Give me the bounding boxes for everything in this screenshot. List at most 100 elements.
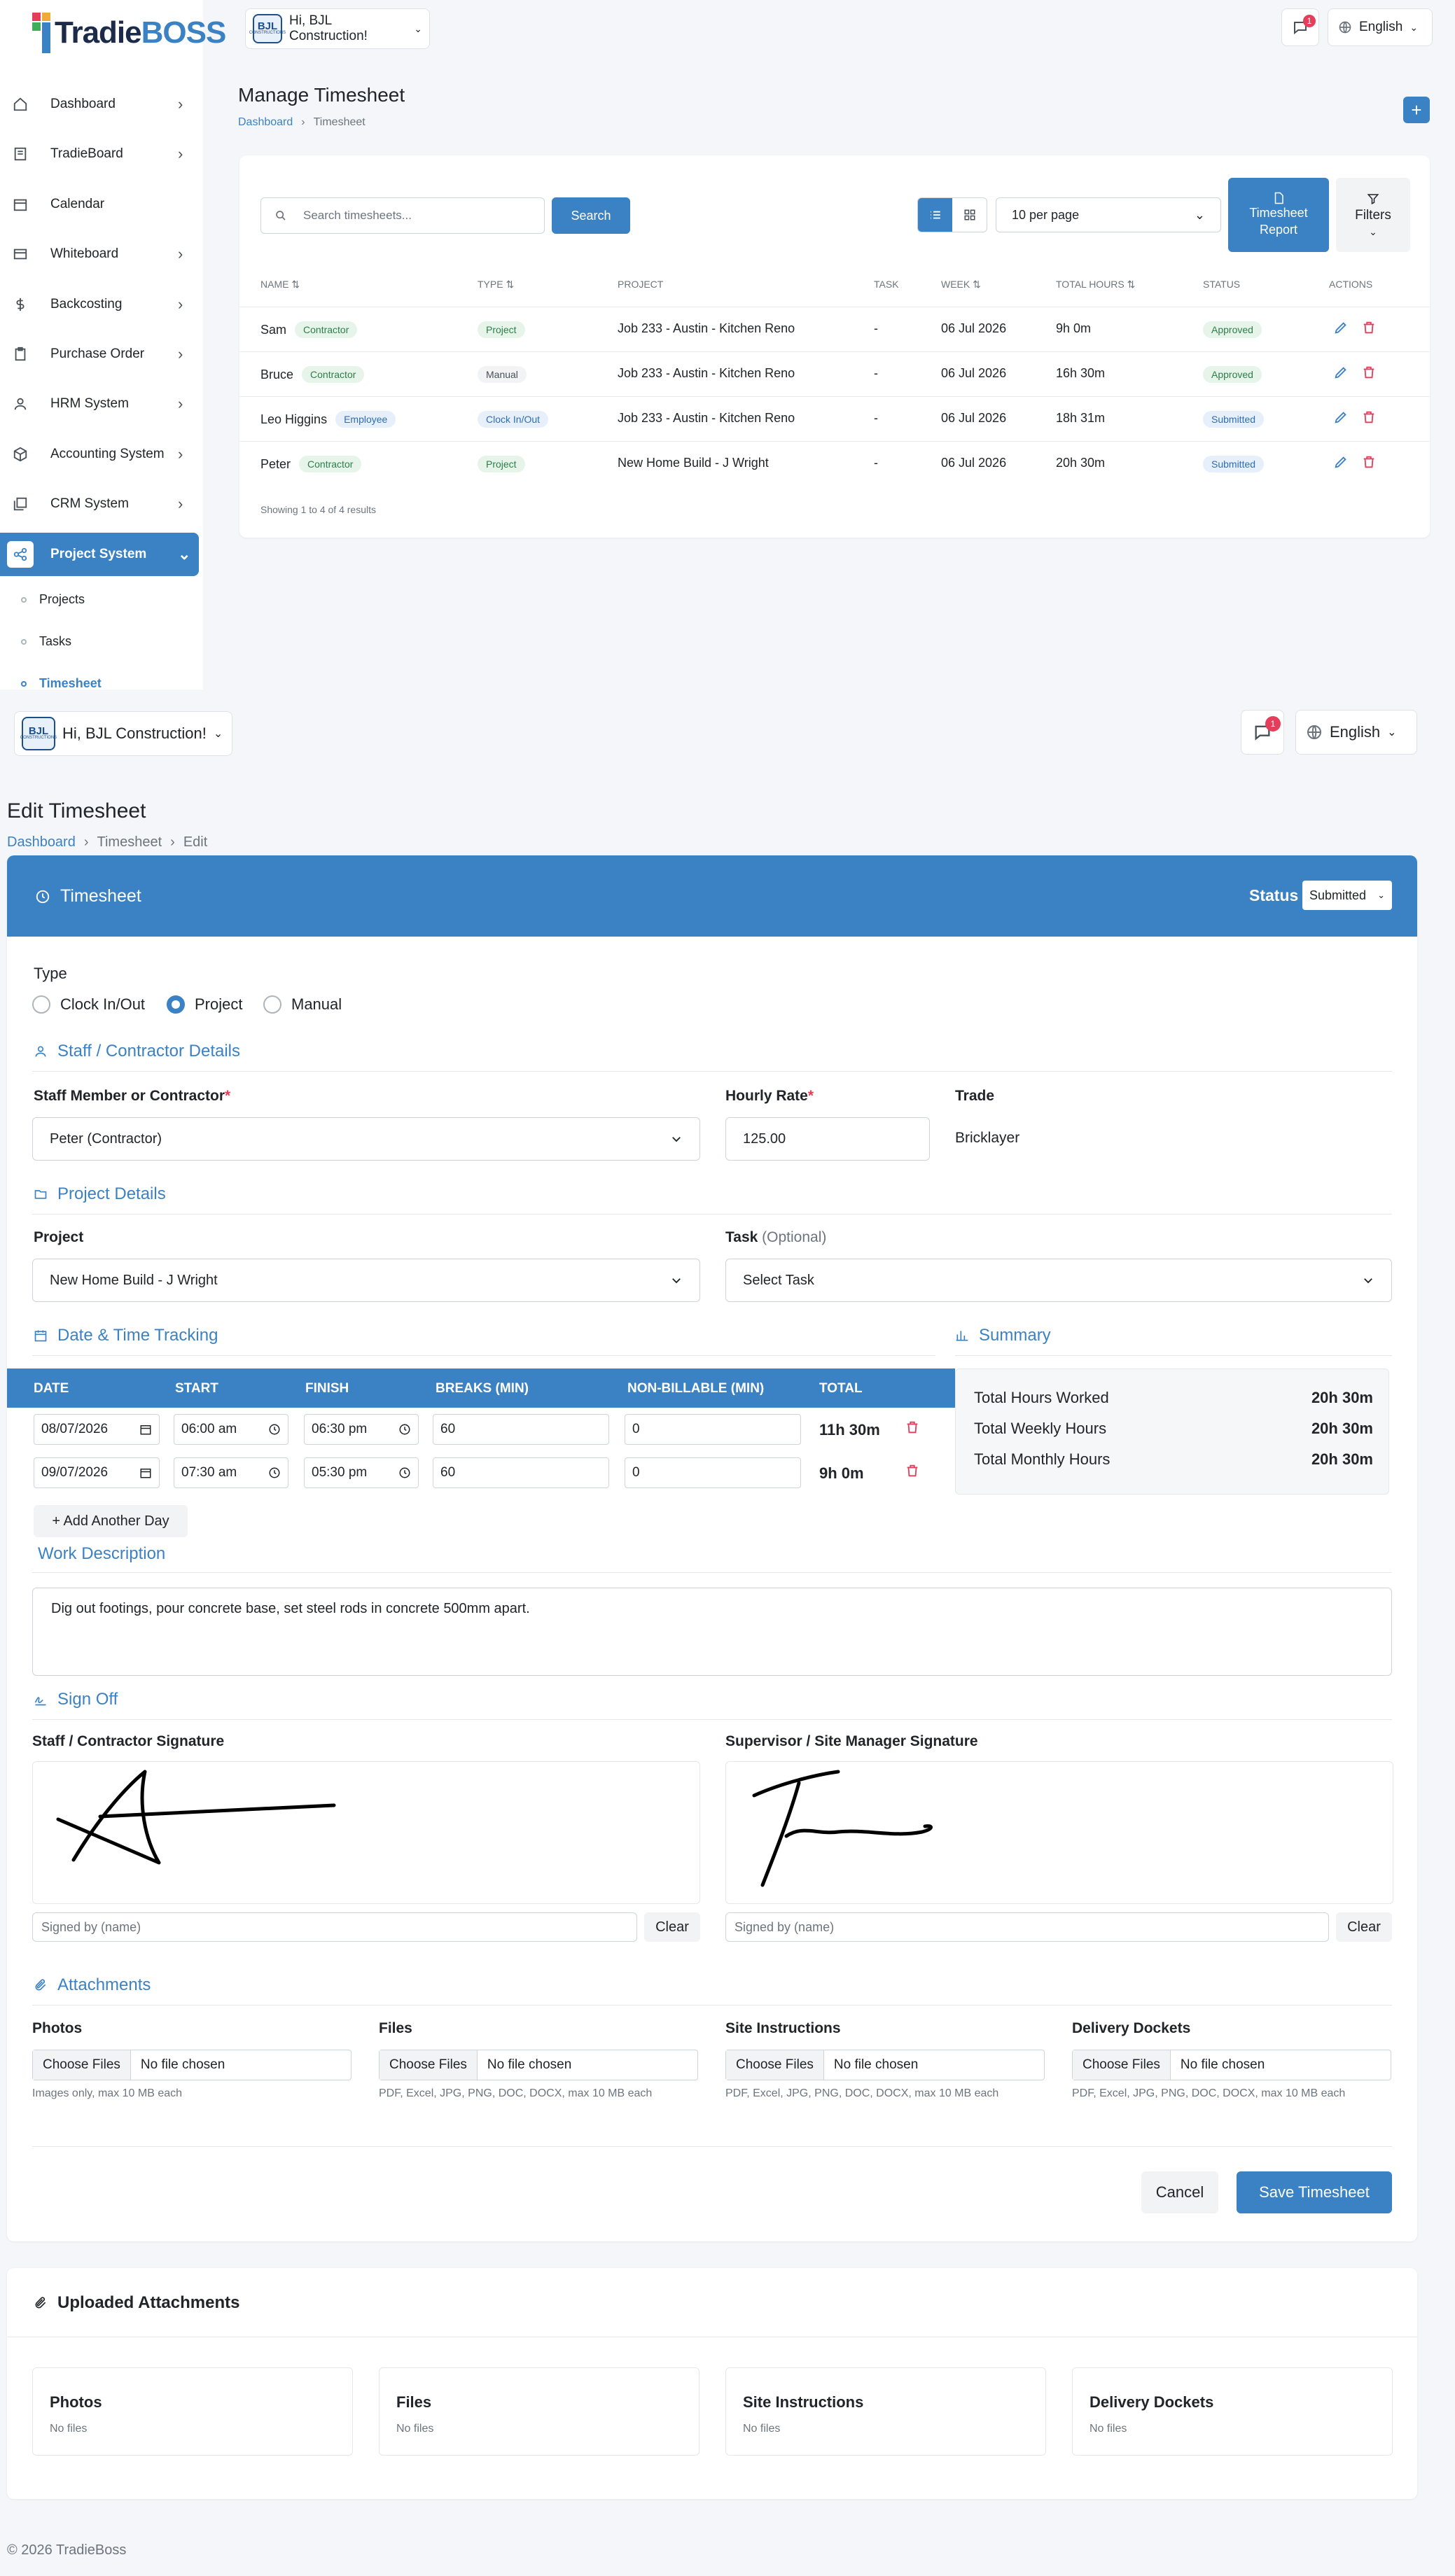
breaks-input[interactable]: 60: [433, 1414, 609, 1445]
finish-time-input[interactable]: 05:30 pm: [304, 1457, 419, 1488]
sidebar-item-project-system[interactable]: Project System ⌄: [0, 532, 199, 576]
finish-time-input[interactable]: 06:30 pm: [304, 1414, 419, 1445]
per-page-select[interactable]: 10 per page ⌄: [996, 197, 1221, 232]
status-select[interactable]: Submitted ⌄: [1302, 881, 1392, 910]
nonbillable-input[interactable]: 0: [625, 1414, 801, 1445]
sidebar-item-backcosting[interactable]: Backcosting ›: [0, 283, 203, 326]
search-input[interactable]: Search timesheets...: [260, 197, 545, 234]
staff-signature-clear-button[interactable]: Clear: [644, 1912, 700, 1942]
start-time-input[interactable]: 06:00 am: [174, 1414, 288, 1445]
breaks-input[interactable]: 60: [433, 1457, 609, 1488]
project-label: Project: [34, 1229, 84, 1245]
breadcrumb-dashboard[interactable]: Dashboard: [7, 834, 76, 850]
col-header-type[interactable]: TYPE ⇅: [478, 279, 514, 290]
add-timesheet-button[interactable]: +: [1403, 97, 1430, 123]
company-switcher[interactable]: BJL CONSTRUCTIONS Hi, BJL Construction! ⌄: [14, 711, 232, 756]
table-row[interactable]: Leo Higgins Employee Clock In/Out Job 233 -…: [239, 396, 1430, 441]
type-radio-project[interactable]: Project: [167, 995, 242, 1014]
file-input-delivery-dockets[interactable]: Choose Files No file chosen: [1072, 2050, 1391, 2080]
edit-icon[interactable]: [1333, 365, 1349, 380]
sidebar-subitem-timesheet[interactable]: Timesheet: [21, 676, 102, 691]
chevron-right-icon: ›: [83, 834, 89, 850]
list-view-button[interactable]: [918, 198, 952, 232]
staff-signature-pad[interactable]: [32, 1761, 700, 1904]
add-another-day-button[interactable]: + Add Another Day: [34, 1505, 188, 1537]
supervisor-signed-by-input[interactable]: Signed by (name): [725, 1912, 1329, 1942]
edit-icon[interactable]: [1333, 320, 1349, 335]
date-input[interactable]: 09/07/2026: [34, 1457, 160, 1488]
staff-select[interactable]: Peter (Contractor): [32, 1117, 700, 1161]
breadcrumb-timesheet[interactable]: Timesheet: [97, 834, 162, 850]
project-select[interactable]: New Home Build - J Wright: [32, 1259, 700, 1302]
file-input-files[interactable]: Choose Files No file chosen: [379, 2050, 698, 2080]
radio-label: Manual: [291, 995, 342, 1013]
file-input-photos[interactable]: Choose Files No file chosen: [32, 2050, 351, 2080]
cancel-button[interactable]: Cancel: [1141, 2171, 1218, 2213]
trash-icon[interactable]: [1361, 454, 1377, 470]
uploaded-card-site-instructions: Site Instructions No files: [725, 2367, 1046, 2456]
work-description-textarea[interactable]: Dig out footings, pour concrete base, se…: [32, 1588, 1392, 1676]
edit-icon[interactable]: [1333, 410, 1349, 425]
supervisor-signature-clear-button[interactable]: Clear: [1336, 1912, 1392, 1942]
task-select[interactable]: Select Task: [725, 1259, 1392, 1302]
trash-icon[interactable]: [1361, 320, 1377, 335]
summary-monthly-hours: Total Monthly Hours 20h 30m: [974, 1450, 1373, 1468]
edit-icon[interactable]: [1333, 454, 1349, 470]
uploaded-card-title: Files: [396, 2393, 432, 2411]
col-header-name[interactable]: NAME ⇅: [260, 279, 300, 290]
filters-button[interactable]: Filters ⌄: [1336, 178, 1410, 252]
breadcrumb-dashboard[interactable]: Dashboard: [238, 116, 293, 129]
document-icon: [1274, 192, 1283, 204]
row-name: Leo Higgins: [260, 412, 328, 426]
grid-view-button[interactable]: [952, 198, 987, 232]
col-header-week[interactable]: WEEK ⇅: [941, 279, 981, 290]
staff-signed-by-input[interactable]: Signed by (name): [32, 1912, 637, 1942]
company-switcher[interactable]: BJL CONSTRUCTIONS Hi, BJL Construction! ⌄: [245, 8, 430, 49]
sidebar-subitem-tasks[interactable]: Tasks: [21, 634, 71, 649]
trash-icon[interactable]: [1361, 410, 1377, 425]
supervisor-signature-pad[interactable]: [725, 1761, 1393, 1904]
trash-icon[interactable]: [1361, 365, 1377, 380]
save-timesheet-button[interactable]: Save Timesheet: [1237, 2171, 1392, 2213]
supervisor-signature-label: Supervisor / Site Manager Signature: [725, 1733, 978, 1749]
table-row[interactable]: Peter Contractor Project New Home Build - J…: [239, 441, 1430, 486]
status-badge: Approved: [1203, 366, 1262, 383]
table-row[interactable]: Bruce Contractor Manual Job 233 - Austin - …: [239, 351, 1430, 396]
sidebar-item-hrm-system[interactable]: HRM System ›: [0, 382, 203, 426]
sidebar-item-tradieboard[interactable]: TradieBoard ›: [0, 132, 203, 176]
timesheet-report-button[interactable]: Timesheet Report: [1228, 178, 1329, 252]
messages-button[interactable]: 1: [1241, 710, 1284, 755]
sidebar-item-whiteboard[interactable]: Whiteboard ›: [0, 232, 203, 276]
filter-icon: [1367, 193, 1379, 204]
divider: [955, 1355, 1392, 1356]
choose-files-button[interactable]: Choose Files: [726, 2050, 824, 2080]
date-input[interactable]: 08/07/2026: [34, 1414, 160, 1445]
choose-files-button[interactable]: Choose Files: [33, 2050, 131, 2080]
sidebar-item-dashboard[interactable]: Dashboard ›: [0, 83, 203, 126]
app-logo[interactable]: TradieBOSS: [32, 13, 226, 53]
delete-day-button[interactable]: [905, 1420, 920, 1438]
col-header-total-hours[interactable]: TOTAL HOURS ⇅: [1056, 279, 1135, 290]
sidebar-subitem-projects[interactable]: Projects: [21, 592, 85, 607]
type-radio-clock[interactable]: Clock In/Out: [32, 995, 145, 1014]
choose-files-button[interactable]: Choose Files: [380, 2050, 478, 2080]
sidebar-item-calendar[interactable]: Calendar: [0, 183, 203, 226]
sidebar-item-purchase-order[interactable]: Purchase Order ›: [0, 332, 203, 376]
file-input-site-instructions[interactable]: Choose Files No file chosen: [725, 2050, 1045, 2080]
language-switcher[interactable]: English ⌄: [1328, 8, 1433, 46]
project-cell: Job 233 - Austin - Kitchen Reno: [618, 366, 795, 380]
radio-label: Project: [195, 995, 243, 1013]
search-button[interactable]: Search: [552, 197, 630, 234]
sidebar-item-crm-system[interactable]: CRM System ›: [0, 482, 203, 526]
delete-day-button[interactable]: [905, 1463, 920, 1482]
file-status: No file chosen: [833, 2057, 919, 2072]
start-time-input[interactable]: 07:30 am: [174, 1457, 288, 1488]
sidebar-item-accounting-system[interactable]: Accounting System ›: [0, 433, 203, 476]
type-radio-manual[interactable]: Manual: [263, 995, 342, 1014]
choose-files-button[interactable]: Choose Files: [1073, 2050, 1171, 2080]
hourly-rate-input[interactable]: 125.00: [725, 1117, 930, 1161]
nonbillable-input[interactable]: 0: [625, 1457, 801, 1488]
messages-button[interactable]: 1: [1281, 8, 1319, 46]
language-switcher[interactable]: English ⌄: [1295, 710, 1417, 755]
table-row[interactable]: Sam Contractor Project Job 233 - Austin - K…: [239, 307, 1430, 351]
